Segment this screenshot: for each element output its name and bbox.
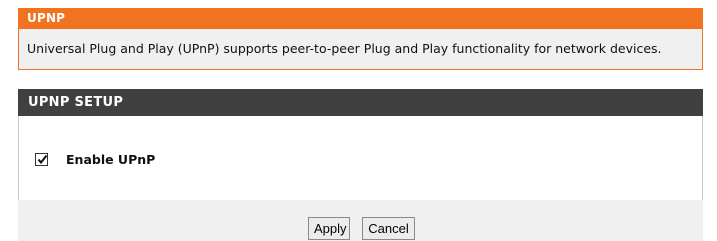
upnp-setup-title: UPNP SETUP xyxy=(18,89,703,116)
upnp-description: Universal Plug and Play (UPnP) supports … xyxy=(18,29,703,70)
checkmark-icon xyxy=(37,154,48,164)
action-bar: Apply Cancel xyxy=(18,200,703,241)
enable-upnp-row: Enable UPnP xyxy=(35,151,155,167)
upnp-page: UPNP Universal Plug and Play (UPnP) supp… xyxy=(0,0,717,241)
upnp-setup-panel: Enable UPnP xyxy=(18,116,703,200)
enable-upnp-checkbox[interactable] xyxy=(35,152,48,166)
upnp-section-title: UPNP xyxy=(18,8,703,29)
apply-button[interactable]: Apply xyxy=(308,217,350,240)
enable-upnp-label: Enable UPnP xyxy=(66,151,156,167)
cancel-button[interactable]: Cancel xyxy=(362,217,415,240)
